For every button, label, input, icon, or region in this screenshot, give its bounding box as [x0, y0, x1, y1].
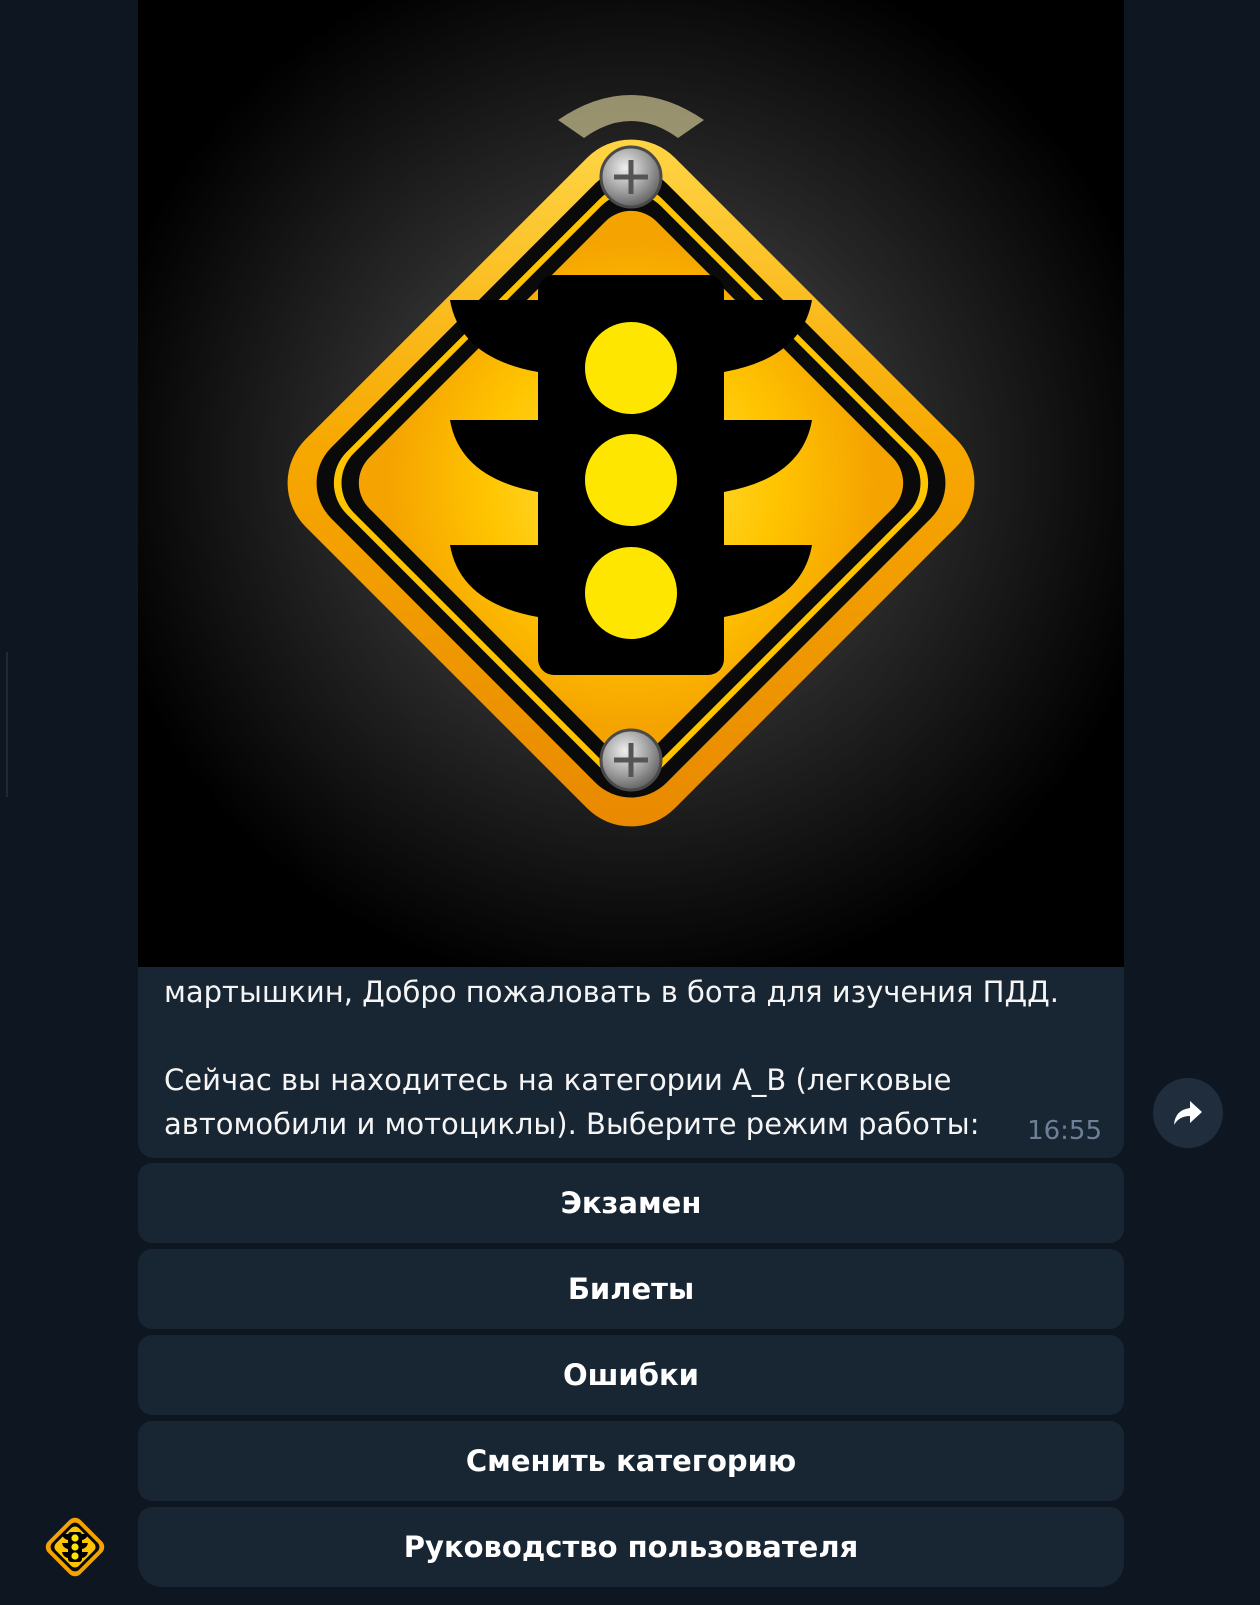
chat-view: мартышкин, Добро пожаловать в бота для и… [0, 0, 1260, 1605]
change-category-button[interactable]: Сменить категорию [138, 1421, 1124, 1501]
forward-arrow-icon [1174, 1101, 1202, 1125]
user-guide-button[interactable]: Руководство пользователя [138, 1507, 1124, 1587]
traffic-light-sign-icon [138, 0, 1124, 967]
message-time: 16:55 [1027, 1116, 1102, 1146]
bot-avatar[interactable] [40, 1512, 110, 1582]
message-caption: мартышкин, Добро пожаловать в бота для и… [164, 970, 1094, 1146]
forward-button[interactable] [1153, 1078, 1223, 1148]
message-bubble[interactable]: мартышкин, Добро пожаловать в бота для и… [138, 0, 1124, 1158]
mistakes-button[interactable]: Ошибки [138, 1335, 1124, 1415]
message-photo[interactable] [138, 0, 1124, 967]
tickets-button[interactable]: Билеты [138, 1249, 1124, 1329]
traffic-light-icon [45, 1517, 105, 1577]
exam-button[interactable]: Экзамен [138, 1163, 1124, 1243]
caption-category-info: Сейчас вы находитесь на категории A_B (л… [164, 1063, 980, 1141]
panel-divider [6, 652, 8, 797]
caption-greeting: мартышкин, Добро пожаловать в бота для и… [164, 975, 1060, 1009]
